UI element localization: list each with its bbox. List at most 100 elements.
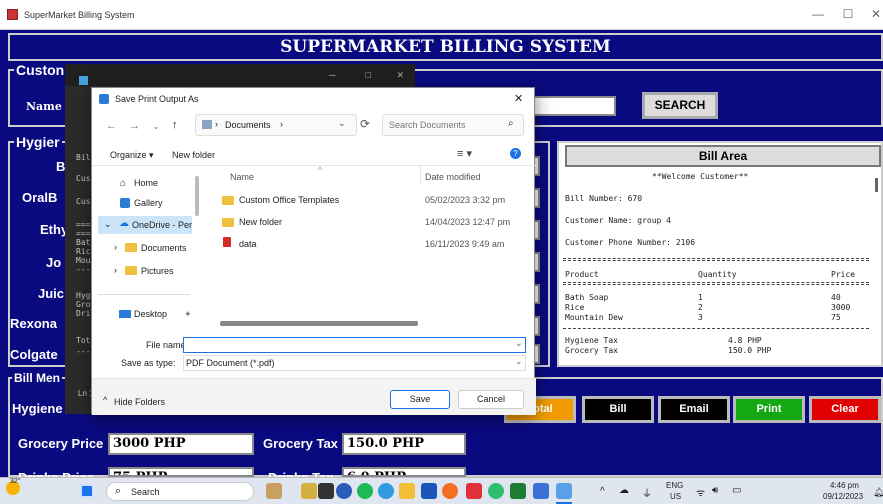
column-name[interactable]: Name [230,172,254,182]
dialog-title: Save Print Output As [115,94,199,104]
save-dialog-button[interactable]: Save [390,390,450,409]
console-minimize-icon[interactable]: — [329,68,336,81]
volume-icon[interactable]: 🔊︎ [712,485,718,496]
back-arrow-icon[interactable]: ← [106,120,117,132]
search-documents-input[interactable]: Search Documents ⌕ [382,114,524,136]
bill-item-price: 3000 [831,303,851,312]
new-folder-button[interactable]: New folder [172,150,215,160]
nav-gallery[interactable]: Gallery [134,198,163,208]
lang-top[interactable]: ENG [666,481,683,490]
usb-icon[interactable]: ⏚ [642,485,652,500]
refresh-icon[interactable]: ⟳ [360,117,370,131]
grocery-tax-input[interactable]: 150.0 PHP [342,433,466,455]
copilot-icon[interactable] [301,483,317,499]
file-explorer-icon[interactable] [399,483,415,499]
cancel-dialog-button[interactable]: Cancel [458,390,524,409]
lang-bottom[interactable]: US [670,492,681,501]
view-options-icon[interactable]: ≡ ▾ [457,147,472,160]
python-icon[interactable] [533,483,549,499]
column-date[interactable]: Date modified [425,172,481,182]
recent-chevron-icon[interactable]: ⌄ [152,121,160,132]
search-button[interactable]: SEARCH [642,92,718,119]
chrome-icon[interactable] [488,483,504,499]
window-titlebar: SuperMarket Billing System — ☐ ✕ [0,0,883,30]
hygiene-label-5: Juic [38,286,65,301]
drinks-tax-input[interactable]: 6.0 PHP [342,467,466,477]
files-h-scrollbar[interactable] [220,321,418,326]
address-path[interactable]: Documents [225,120,271,130]
tray-app-icon[interactable]: ☁ [619,485,629,496]
file-name[interactable]: data [239,239,257,249]
expand-chevron-icon[interactable]: ⌄ [104,219,112,230]
chat-icon[interactable] [336,483,352,499]
tray-overflow-icon[interactable]: ^ [600,486,605,497]
bill-button[interactable]: Bill [582,396,654,423]
email-button[interactable]: Email [658,396,730,423]
hide-folders-button[interactable]: Hide Folders [114,397,165,407]
folder-icon [125,243,137,252]
hygiene-label-7: Colgate [10,347,58,362]
save-dialog: Save Print Output As ✕ ← → ⌄ ↑ › Documen… [91,87,536,415]
nav-onedrive[interactable]: OneDrive - Perso [132,220,192,230]
print-button[interactable]: Print [733,396,805,423]
taskbar-search[interactable]: ⌕ Search [106,482,254,501]
bill-col-quantity: Quantity [698,270,737,279]
widget-icon[interactable] [266,483,282,499]
save-type-select[interactable]: PDF Document (*.pdf) ⌄ [183,355,526,371]
hide-folders-chevron-icon[interactable]: ^ [103,395,107,405]
console-close-icon[interactable]: ✕ [397,68,404,81]
file-date: 05/02/2023 3:32 pm [425,195,506,205]
window-title: SuperMarket Billing System [24,10,135,20]
wifi-icon[interactable]: ᯤ [696,485,705,499]
bill-item-price: 40 [831,293,841,302]
nav-scrollbar[interactable] [195,176,199,216]
start-icon[interactable] [80,484,94,498]
nav-divider [98,294,190,295]
nav-documents[interactable]: Documents [141,243,187,253]
pycharm-icon[interactable] [510,483,526,499]
address-dropdown-icon[interactable]: ⌄ [338,118,346,129]
dialog-close-icon[interactable]: ✕ [514,92,523,105]
file-date: 16/11/2023 9:49 am [425,239,505,249]
bill-phone: Customer Phone Number: 2106 [565,238,696,247]
grocery-price-label: Grocery Price [18,436,104,451]
bill-scrollbar[interactable] [875,178,878,192]
firefox-icon[interactable] [442,483,458,499]
collapse-chevron-icon[interactable]: › [114,242,117,252]
task-view-icon[interactable] [318,483,334,499]
spotify-icon[interactable] [357,483,373,499]
clock-time[interactable]: 4:46 pm [830,481,859,490]
collapse-chevron-icon[interactable]: › [114,265,117,275]
file-name[interactable]: Custom Office Templates [239,195,339,205]
minimize-button[interactable]: — [808,7,828,21]
close-button[interactable]: ✕ [866,7,883,21]
file-name-dropdown-icon[interactable]: ⌄ [515,338,523,349]
up-arrow-icon[interactable]: ↑ [172,119,178,131]
address-bar[interactable]: › Documents › ⌄ [195,114,357,136]
maximize-button[interactable]: ☐ [838,7,858,21]
file-name-input[interactable]: ⌄ [183,337,526,353]
store-icon[interactable] [421,483,437,499]
cloud-icon: ☁ [119,218,129,229]
nav-pictures[interactable]: Pictures [141,266,174,276]
grocery-price-input[interactable]: 3000 PHP [108,433,254,455]
name-label: Name [26,100,62,113]
forward-arrow-icon[interactable]: → [129,120,140,132]
battery-icon[interactable]: ▭ [732,485,741,496]
save-type-dropdown-icon[interactable]: ⌄ [515,356,523,367]
edge-icon[interactable] [378,483,394,499]
notepad-icon[interactable] [556,483,572,499]
nav-home[interactable]: Home [134,178,158,188]
brave-icon[interactable] [466,483,482,499]
clear-button[interactable]: Clear [809,396,881,423]
bill-divider [563,328,869,329]
drinks-price-input[interactable]: 75 PHP [108,467,254,477]
console-maximize-icon[interactable]: ☐ [365,68,372,81]
pdf-file-icon [223,237,231,247]
file-name[interactable]: New folder [239,217,282,227]
help-icon[interactable]: ? [510,148,521,159]
clock-date[interactable]: 09/12/2023 [823,492,863,501]
notification-icon[interactable]: 🔔︎ [873,487,883,498]
nav-desktop[interactable]: Desktop [134,309,167,319]
organize-menu[interactable]: Organize ▾ [110,150,154,161]
